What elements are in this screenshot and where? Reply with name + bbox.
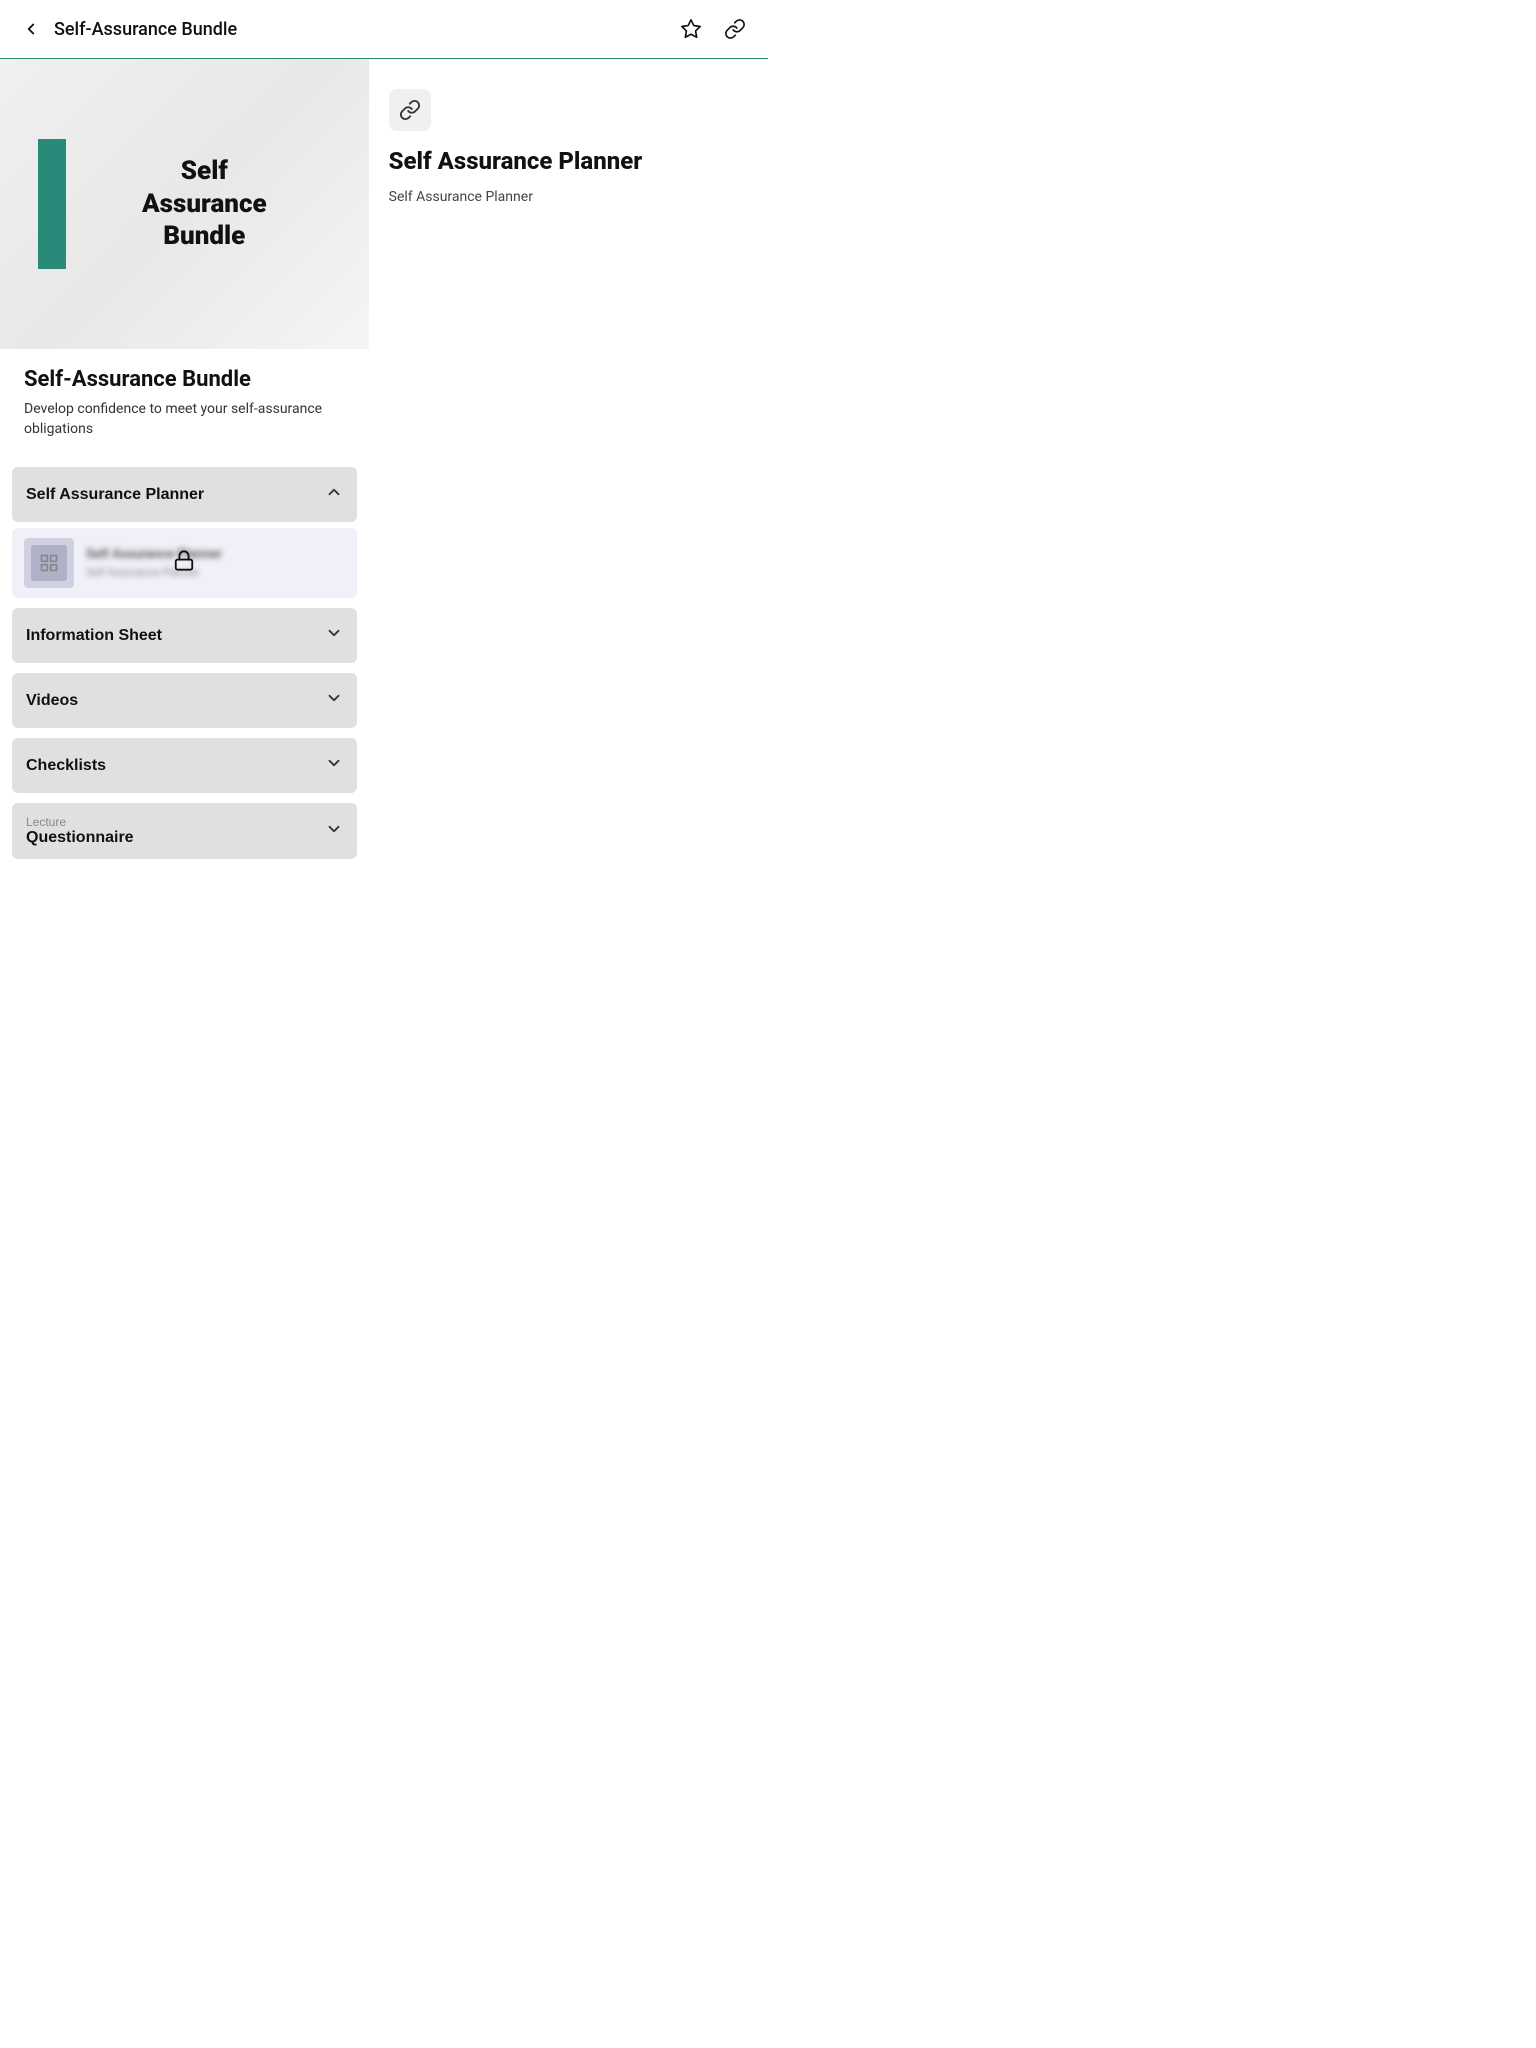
left-column: Self Assurance Bundle Self-Assurance Bun… [0, 59, 369, 869]
accordion-videos: Videos [12, 673, 357, 728]
chevron-down-icon-videos [325, 689, 343, 712]
planner-label: Self Assurance Planner [26, 486, 204, 504]
chevron-down-icon-info [325, 624, 343, 647]
chevron-down-icon-checklists [325, 754, 343, 777]
locked-item[interactable]: Self Assurance Planner Self Assurance Pl… [12, 528, 357, 598]
header-actions [676, 14, 750, 44]
share-button[interactable] [720, 14, 750, 44]
accordion-header-questionnaire[interactable]: Lecture Questionnaire [12, 803, 357, 859]
bundle-info: Self-Assurance Bundle Develop confidence… [12, 349, 357, 467]
accordion-row-planner: Self Assurance Planner [26, 483, 343, 506]
bundle-title: Self-Assurance Bundle [24, 367, 345, 392]
accordion-questionnaire: Lecture Questionnaire [12, 803, 357, 859]
locked-thumbnail [24, 538, 74, 588]
right-panel-subtitle: Self Assurance Planner [389, 189, 748, 205]
favorite-button[interactable] [676, 14, 706, 44]
hero-text: Self Assurance Bundle [142, 155, 267, 253]
bundle-description: Develop confidence to meet your self-ass… [24, 400, 345, 439]
header-left: Self-Assurance Bundle [18, 16, 237, 42]
app-header: Self-Assurance Bundle [0, 0, 768, 59]
locked-title: Self Assurance Planner [86, 547, 345, 562]
locked-subtitle: Self Assurance Planner [86, 566, 345, 579]
accordion-row-info: Information Sheet [26, 624, 343, 647]
hero-inner: Self Assurance Bundle [0, 59, 369, 349]
info-label: Information Sheet [26, 627, 162, 645]
accordion-row-videos: Videos [26, 689, 343, 712]
lecture-sublabel: Lecture [26, 815, 66, 829]
accordion-header-videos[interactable]: Videos [12, 673, 357, 728]
lock-icon [173, 550, 195, 577]
accordion-row-checklists: Checklists [26, 754, 343, 777]
right-column: Self Assurance Planner Self Assurance Pl… [369, 59, 768, 869]
checklists-label: Checklists [26, 757, 106, 775]
link-icon-box [389, 89, 431, 131]
back-button[interactable] [18, 16, 44, 42]
left-col-inner: Self-Assurance Bundle Develop confidence… [0, 349, 369, 859]
lecture-title: Questionnaire [26, 829, 134, 847]
chevron-down-icon-questionnaire [325, 820, 343, 843]
chevron-up-icon [325, 483, 343, 506]
locked-thumb-inner [31, 545, 67, 581]
accordion-header-checklists[interactable]: Checklists [12, 738, 357, 793]
right-panel-title: Self Assurance Planner [389, 147, 748, 175]
hero-teal-bar [38, 139, 66, 269]
hero-line1: Self [142, 155, 267, 188]
accordion-information-sheet: Information Sheet [12, 608, 357, 663]
accordion-checklists: Checklists [12, 738, 357, 793]
accordion-header-info[interactable]: Information Sheet [12, 608, 357, 663]
hero-image: Self Assurance Bundle [0, 59, 369, 349]
main-content: Self Assurance Bundle Self-Assurance Bun… [0, 59, 768, 869]
videos-label: Videos [26, 692, 78, 710]
hero-line2: Assurance [142, 188, 267, 221]
locked-text: Self Assurance Planner Self Assurance Pl… [86, 547, 345, 579]
accordion-header-planner[interactable]: Self Assurance Planner [12, 467, 357, 522]
link-icon [399, 99, 421, 121]
hero-line3: Bundle [142, 220, 267, 253]
accordion-self-assurance-planner: Self Assurance Planner [12, 467, 357, 598]
header-title: Self-Assurance Bundle [54, 19, 237, 40]
lecture-label-block: Lecture Questionnaire [26, 815, 134, 847]
